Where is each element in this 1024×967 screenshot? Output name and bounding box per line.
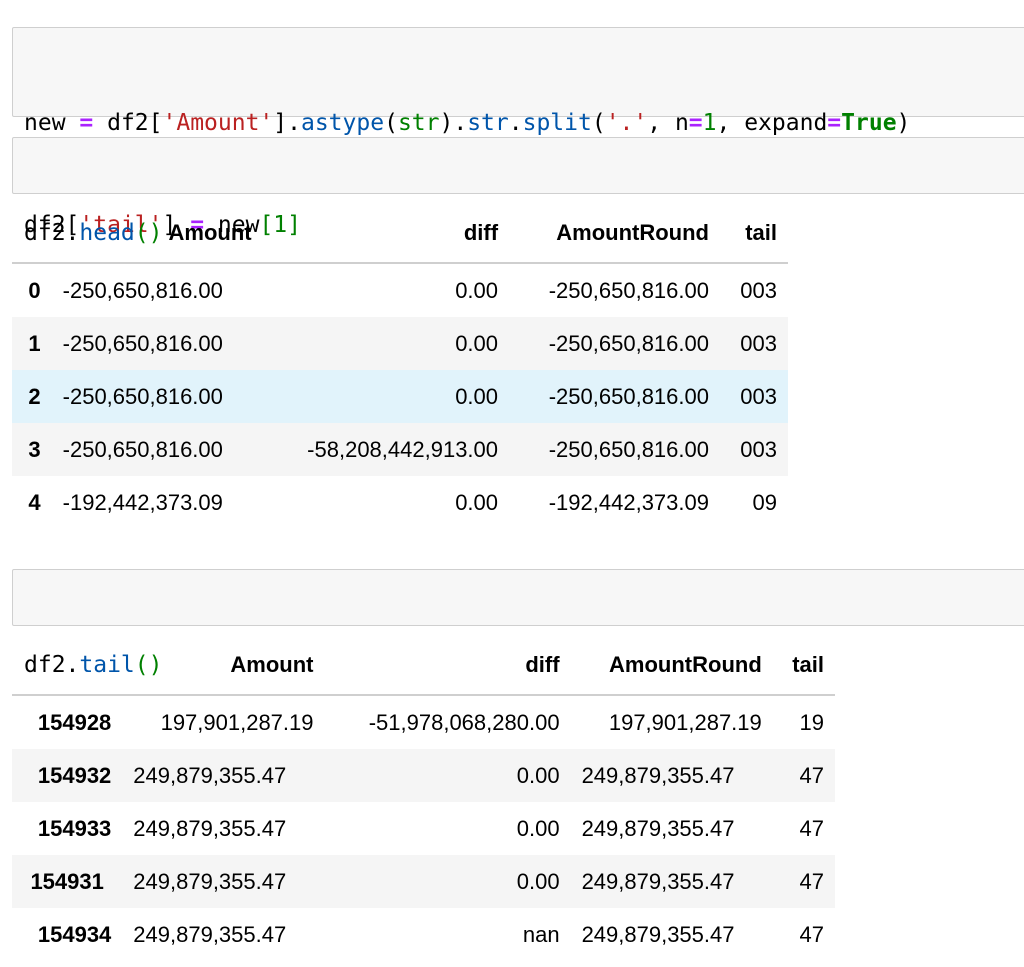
row-index: 154932 — [37, 762, 112, 788]
row-index: 2 — [28, 383, 41, 409]
table-row: 154928 197,901,287.19 -51,978,068,280.00… — [12, 695, 835, 749]
cell-amount: -250,650,816.00 — [62, 330, 223, 356]
code-token: ). — [439, 110, 468, 136]
code-token: ) — [896, 110, 911, 136]
cell-amountround: -250,650,816.00 — [548, 436, 709, 462]
cell-diff: -58,208,442,913.00 — [307, 436, 499, 462]
row-index: 3 — [28, 436, 41, 462]
cell-diff: 0.00 — [516, 762, 560, 788]
header-row: Amount diff AmountRound tail — [12, 636, 835, 696]
cell-amountround: -250,650,816.00 — [548, 330, 709, 356]
code-token: 'Amount' — [162, 110, 274, 136]
code-token: ( — [591, 110, 606, 136]
cell-amountround: 249,879,355.47 — [581, 921, 735, 947]
column-header-tail: tail — [720, 204, 788, 264]
code-token: ]. — [273, 110, 301, 136]
code-token: ( — [384, 110, 398, 136]
code-token: = — [827, 110, 842, 136]
code-token: '.' — [605, 110, 648, 136]
code-cell-split[interactable]: new = df2['Amount'].astype(str).str.spli… — [12, 27, 1024, 238]
code-token: str — [467, 110, 509, 136]
row-index: 154933 — [37, 815, 112, 841]
table-row-hovered: 2 -250,650,816.00 0.00 -250,650,816.00 0… — [12, 370, 788, 423]
cell-diff: 0.00 — [455, 277, 499, 303]
header-row: Amount diff AmountRound tail — [12, 204, 788, 264]
cell-tail: 47 — [799, 868, 824, 894]
cell-amount: -250,650,816.00 — [62, 436, 223, 462]
table-row: 3 -250,650,816.00 -58,208,442,913.00 -25… — [12, 423, 788, 476]
table-row: 0 -250,650,816.00 0.00 -250,650,816.00 0… — [12, 263, 788, 317]
cell-tail: 09 — [752, 489, 777, 515]
code-line-1: new = df2['Amount'].astype(str).str.spli… — [24, 106, 1024, 140]
code-token: , n — [647, 110, 689, 136]
code-token: = — [79, 110, 94, 136]
cell-diff: 0.00 — [455, 489, 499, 515]
cell-tail: 003 — [740, 330, 777, 356]
column-header-amountround: AmountRound — [570, 636, 773, 696]
column-header-tail: tail — [772, 636, 835, 696]
cell-amountround: 249,879,355.47 — [581, 815, 735, 841]
table-row: 4 -192,442,373.09 0.00 -192,442,373.09 0… — [12, 476, 788, 529]
cell-diff: -51,978,068,280.00 — [368, 709, 560, 735]
code-token: , expand — [716, 110, 828, 136]
cell-amount: 249,879,355.47 — [133, 815, 287, 841]
cell-diff: nan — [522, 921, 560, 947]
cell-diff: 0.00 — [516, 868, 560, 894]
code-token: = — [688, 110, 703, 136]
column-header-diff: diff — [262, 204, 510, 264]
cell-amount: 197,901,287.19 — [160, 709, 314, 735]
cell-tail: 003 — [740, 277, 777, 303]
index-header — [12, 636, 123, 696]
table-row: 154934 249,879,355.47 nan 249,879,355.47… — [12, 908, 835, 961]
cell-tail: 47 — [799, 921, 824, 947]
code-token: 1 — [702, 110, 717, 136]
code-token: split — [522, 110, 592, 136]
code-token: new — [24, 110, 80, 136]
cell-diff: 0.00 — [516, 815, 560, 841]
table-row: 1 -250,650,816.00 0.00 -250,650,816.00 0… — [12, 317, 788, 370]
cell-amount: -250,650,816.00 — [62, 383, 223, 409]
row-index: 0 — [28, 277, 41, 303]
column-header-diff: diff — [324, 636, 571, 696]
cell-tail: 47 — [799, 762, 824, 788]
row-index: 154928 — [37, 709, 112, 735]
cell-amountround: -250,650,816.00 — [548, 277, 709, 303]
row-index: 154931 — [30, 868, 104, 894]
row-index: 154934 — [37, 921, 112, 947]
table-row: 154933 249,879,355.47 0.00 249,879,355.4… — [12, 802, 835, 855]
cell-amount: 249,879,355.47 — [133, 921, 287, 947]
table-row: 154931 249,879,355.47 0.00 249,879,355.4… — [12, 855, 835, 908]
column-header-amount: Amount — [122, 636, 325, 696]
cell-tail: 47 — [799, 815, 824, 841]
cell-amount: 249,879,355.47 — [133, 762, 287, 788]
index-header — [12, 204, 52, 264]
code-cell-head[interactable]: df2.head() — [12, 137, 1024, 246]
code-token: df2[ — [93, 110, 163, 136]
column-header-amount: Amount — [51, 204, 263, 264]
code-token: . — [508, 110, 523, 136]
cell-amount: -250,650,816.00 — [62, 277, 223, 303]
code-token: True — [841, 110, 897, 136]
cell-amountround: -192,442,373.09 — [548, 489, 709, 515]
code-cell-tail[interactable]: df2.tail() — [12, 569, 1024, 678]
dataframe-tail-output: Amount diff AmountRound tail 154928 197,… — [12, 636, 835, 961]
cell-amountround: -250,650,816.00 — [548, 383, 709, 409]
dataframe-head-output: Amount diff AmountRound tail 0 -250,650,… — [12, 204, 788, 529]
cell-amount: 249,879,355.47 — [133, 868, 287, 894]
cell-amountround: 197,901,287.19 — [608, 709, 762, 735]
cell-diff: 0.00 — [455, 330, 499, 356]
cell-diff: 0.00 — [455, 383, 499, 409]
table-row: 154932 249,879,355.47 0.00 249,879,355.4… — [12, 749, 835, 802]
row-index: 4 — [28, 489, 41, 515]
code-token: astype — [300, 110, 385, 136]
cell-amountround: 249,879,355.47 — [581, 868, 735, 894]
row-index: 1 — [28, 330, 41, 356]
code-token: str — [397, 110, 440, 136]
cell-tail: 19 — [799, 709, 824, 735]
cell-tail: 003 — [740, 436, 777, 462]
cell-tail: 003 — [740, 383, 777, 409]
column-header-amountround: AmountRound — [509, 204, 720, 264]
cell-amountround: 249,879,355.47 — [581, 762, 735, 788]
cell-amount: -192,442,373.09 — [62, 489, 223, 515]
